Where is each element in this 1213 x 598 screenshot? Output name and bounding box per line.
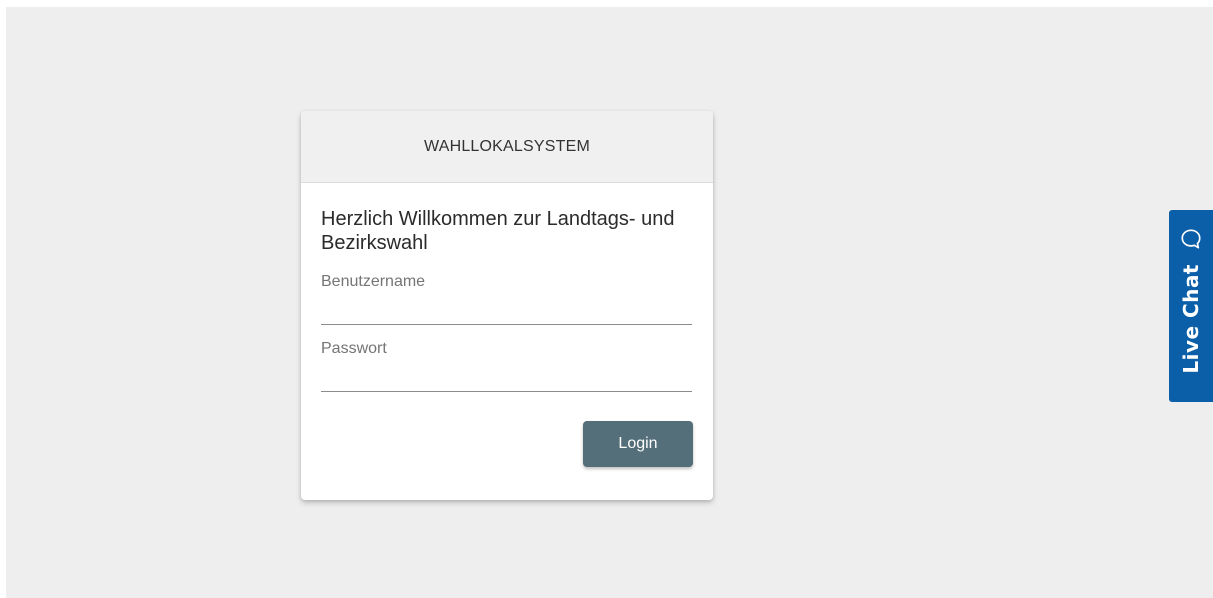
live-chat-label: Live Chat xyxy=(1179,264,1203,374)
login-card: WAHLLOKALSYSTEM Herzlich Willkommen zur … xyxy=(301,111,713,500)
card-body: Herzlich Willkommen zur Landtags- und Be… xyxy=(301,183,713,467)
username-label: Benutzername xyxy=(321,273,426,290)
password-label: Passwort xyxy=(321,340,387,357)
chat-bubble-icon xyxy=(1181,229,1201,249)
page-background: WAHLLOKALSYSTEM Herzlich Willkommen zur … xyxy=(6,7,1213,598)
card-header: WAHLLOKALSYSTEM xyxy=(301,111,713,183)
username-field-group: Benutzername xyxy=(321,272,692,325)
live-chat-button[interactable]: Live Chat xyxy=(1169,210,1213,402)
login-button[interactable]: Login xyxy=(583,421,693,467)
welcome-heading: Herzlich Willkommen zur Landtags- und Be… xyxy=(321,208,675,254)
username-input[interactable] xyxy=(321,298,692,325)
password-input[interactable] xyxy=(321,365,692,392)
card-actions: Login xyxy=(321,421,693,467)
password-field-group: Passwort xyxy=(321,339,692,392)
app-title: WAHLLOKALSYSTEM xyxy=(423,137,590,155)
